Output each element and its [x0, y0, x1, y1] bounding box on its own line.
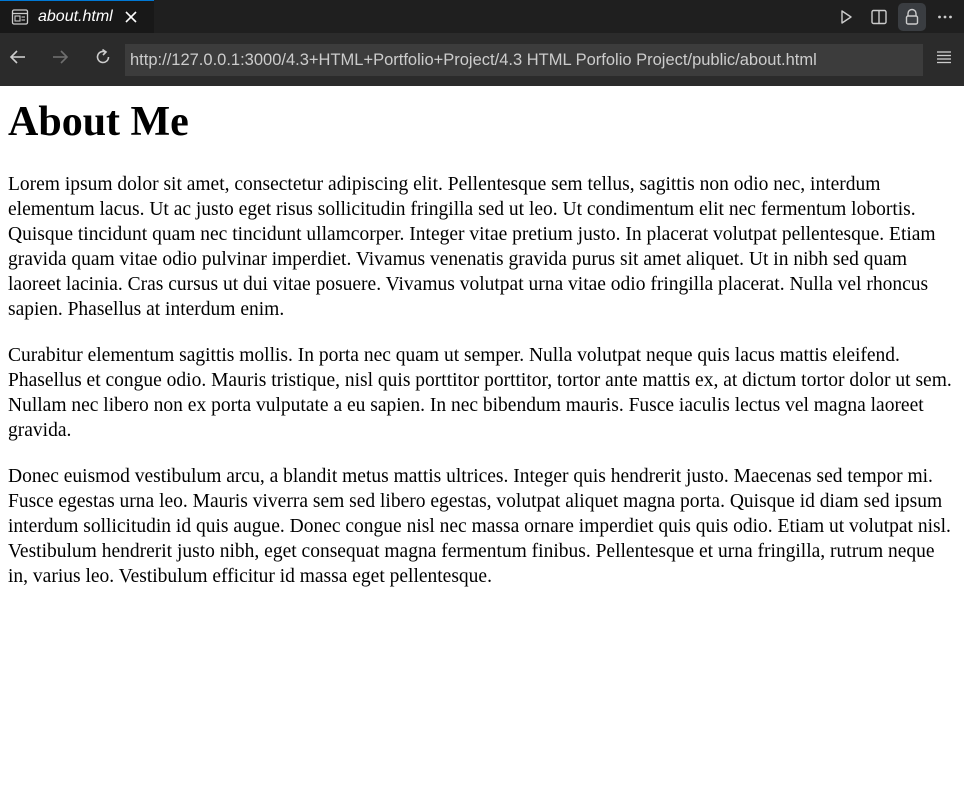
- url-input[interactable]: http://127.0.0.1:3000/4.3+HTML+Portfolio…: [125, 44, 923, 76]
- split-editor-icon[interactable]: [865, 3, 893, 31]
- navigation-bar: http://127.0.0.1:3000/4.3+HTML+Portfolio…: [0, 33, 964, 86]
- tab-about-html[interactable]: about.html: [0, 0, 154, 33]
- reload-icon[interactable]: [91, 45, 115, 69]
- paragraph-1: Lorem ipsum dolor sit amet, consectetur …: [8, 174, 936, 320]
- preview-icon: [10, 7, 30, 27]
- forward-arrow-icon[interactable]: [48, 45, 72, 69]
- lock-icon[interactable]: [898, 2, 926, 31]
- tab-title: about.html: [38, 8, 113, 25]
- close-icon[interactable]: [123, 9, 139, 25]
- paragraph-3: Donec euismod vestibulum arcu, a blandit…: [8, 466, 951, 587]
- editor-actions: [832, 0, 964, 33]
- paragraph-2: Curabitur elementum sagittis mollis. In …: [8, 345, 952, 441]
- run-icon[interactable]: [832, 3, 860, 31]
- tab-bar: about.html: [0, 0, 964, 33]
- menu-icon[interactable]: [932, 45, 956, 69]
- page-content: About Me Lorem ipsum dolor sit amet, con…: [8, 86, 956, 610]
- more-actions-icon[interactable]: [931, 3, 959, 31]
- page-title: About Me: [8, 99, 189, 145]
- back-arrow-icon[interactable]: [6, 45, 30, 69]
